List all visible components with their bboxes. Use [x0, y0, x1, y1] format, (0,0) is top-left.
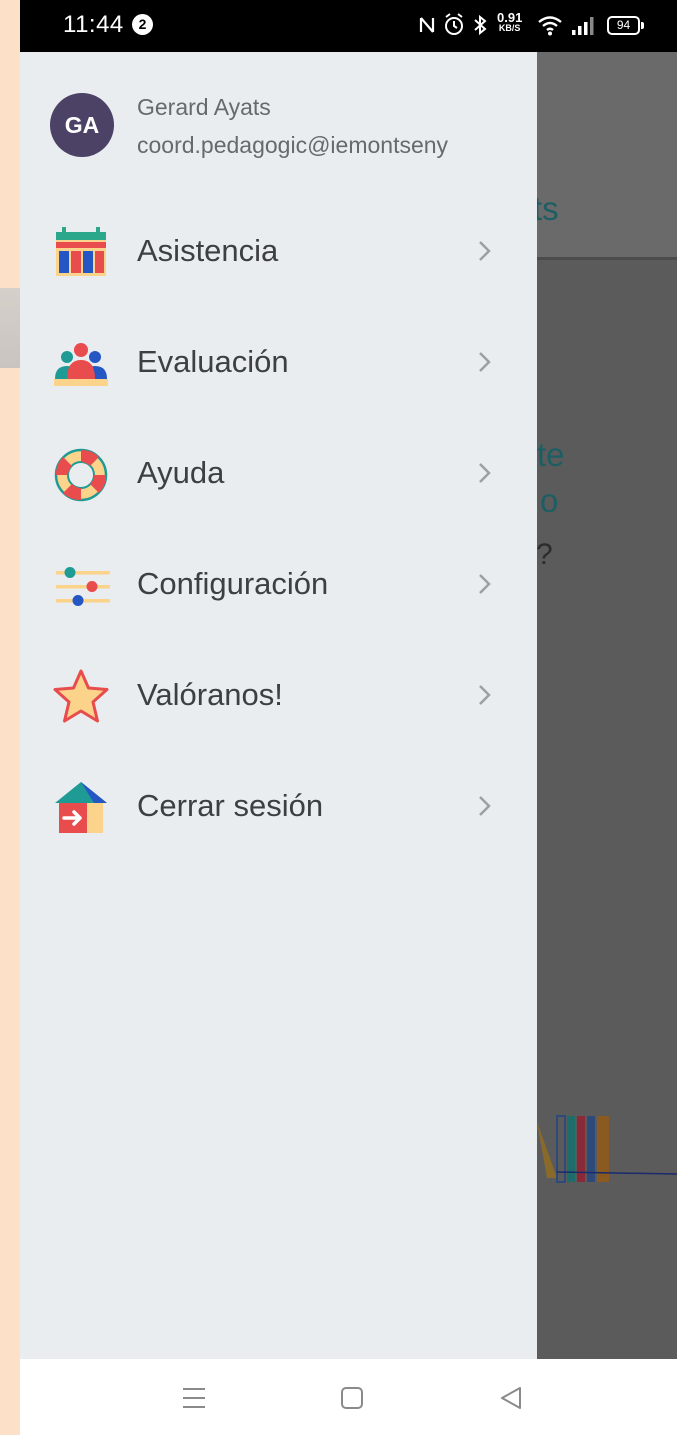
menu-item-ayuda[interactable]: Ayuda — [20, 419, 537, 530]
avatar[interactable]: GA — [50, 93, 114, 157]
group-icon — [54, 343, 108, 386]
star-icon — [53, 669, 109, 723]
chevron-right-icon — [479, 685, 491, 705]
signal-icon — [572, 17, 594, 35]
drawer-menu: Asistencia Evaluación Ayuda Configuració… — [20, 197, 537, 863]
chevron-right-icon — [479, 352, 491, 372]
wallpaper-strip — [0, 0, 20, 1435]
status-bar: 11:44 2 0.91 KB/S 94 — [20, 0, 677, 52]
phone-screen: 11:44 2 0.91 KB/S 94 ts te o ? GA Gerard… — [20, 0, 677, 1435]
notification-count-badge: 2 — [132, 14, 153, 35]
background-question-text: ? — [536, 538, 553, 571]
bluetooth-icon — [474, 14, 487, 36]
user-name: Gerard Ayats — [137, 94, 271, 120]
system-navigation-bar — [20, 1359, 677, 1435]
user-email: coord.pedagogic@iemontseny — [137, 132, 449, 158]
battery-indicator: 94 — [607, 16, 644, 35]
chevron-right-icon — [479, 796, 491, 816]
menu-item-asistencia[interactable]: Asistencia — [20, 197, 537, 308]
background-heading-line1: te — [537, 436, 565, 473]
menu-item-label: Cerrar sesión — [137, 788, 324, 823]
menu-item-label: Evaluación — [137, 344, 289, 379]
nfc-icon — [419, 17, 435, 33]
wifi-icon — [538, 16, 562, 36]
back-icon[interactable] — [498, 1385, 524, 1411]
background-app-header — [537, 52, 677, 260]
alarm-icon — [445, 13, 463, 35]
menu-item-label: Asistencia — [137, 233, 279, 268]
calendar-icon — [56, 227, 106, 276]
menu-item-valoranos[interactable]: Valóranos! — [20, 641, 537, 752]
chevron-right-icon — [479, 241, 491, 261]
menu-item-cerrar-sesion[interactable]: Cerrar sesión — [20, 752, 537, 863]
menu-item-label: Configuración — [137, 566, 329, 601]
background-heading-line2: o — [540, 482, 559, 519]
menu-item-evaluacion[interactable]: Evaluación — [20, 308, 537, 419]
sliders-icon — [56, 567, 110, 606]
chevron-right-icon — [479, 574, 491, 594]
menu-icon[interactable] — [181, 1385, 207, 1411]
home-icon[interactable] — [339, 1385, 365, 1411]
menu-item-label: Ayuda — [137, 455, 225, 490]
books-illustration — [537, 1115, 677, 1183]
logout-icon — [55, 782, 107, 833]
network-speed: 0.91 KB/S — [497, 10, 523, 33]
menu-item-configuracion[interactable]: Configuración — [20, 530, 537, 641]
menu-item-label: Valóranos! — [137, 677, 283, 712]
lifebuoy-icon — [54, 448, 108, 502]
chevron-right-icon — [479, 463, 491, 483]
navigation-drawer: GA Gerard Ayats coord.pedagogic@iemontse… — [20, 52, 537, 1359]
status-time: 11:44 — [63, 11, 124, 38]
